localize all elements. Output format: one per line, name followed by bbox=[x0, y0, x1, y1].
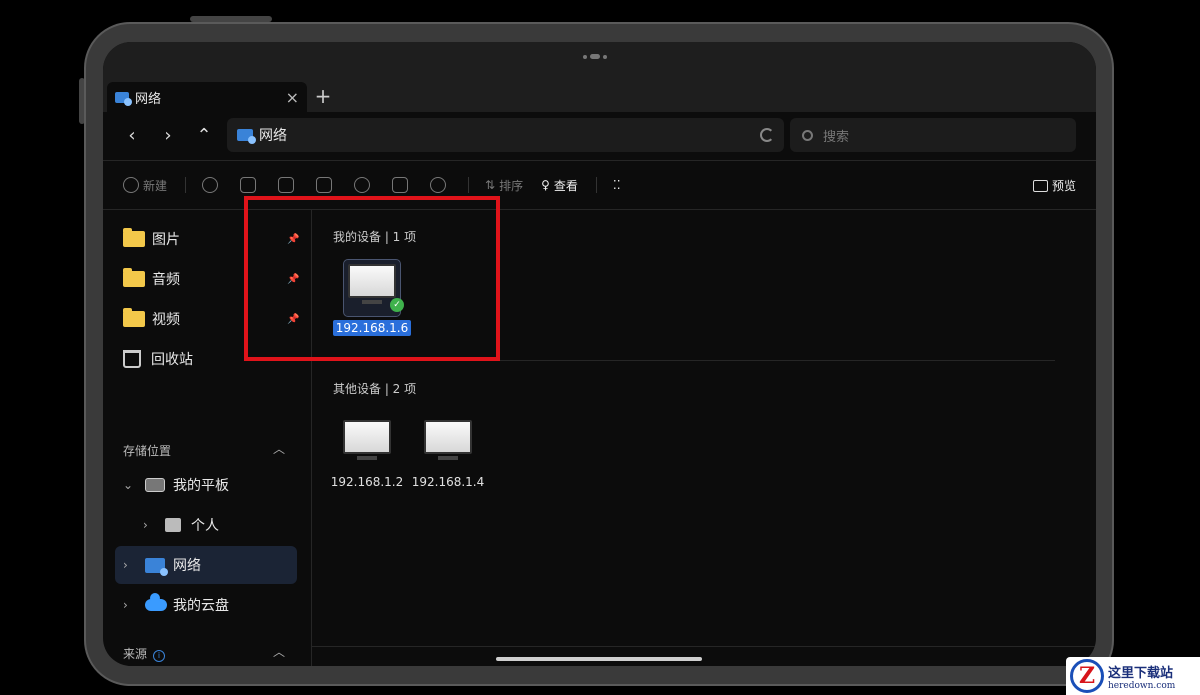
check-circle-icon bbox=[430, 177, 447, 193]
more-button[interactable]: ⁚⁚ bbox=[613, 178, 621, 192]
device-name: 192.168.1.4 bbox=[411, 475, 485, 489]
share-icon bbox=[354, 177, 371, 193]
multitask-dots[interactable] bbox=[583, 54, 607, 59]
device-item[interactable]: 192.168.1.4 bbox=[408, 420, 488, 490]
sidebar-item-label: 个人 bbox=[191, 518, 219, 534]
sidebar-item-network[interactable]: › 网络 bbox=[115, 546, 297, 584]
source-header-label: 来源 bbox=[123, 647, 148, 661]
forward-button[interactable]: › bbox=[150, 125, 186, 146]
delete-button[interactable] bbox=[392, 177, 412, 193]
new-label: 新建 bbox=[143, 178, 168, 193]
info-icon[interactable]: i bbox=[153, 650, 166, 662]
sort-icon: ⇅ bbox=[485, 178, 496, 192]
view-label: 查看 bbox=[553, 178, 578, 193]
trash-icon bbox=[123, 350, 141, 368]
watermark-logo: Z bbox=[1070, 659, 1104, 693]
preview-button[interactable]: 预览 bbox=[1032, 177, 1076, 194]
network-icon bbox=[145, 557, 168, 576]
watermark-url: heredown.com bbox=[1108, 680, 1176, 691]
collapse-icon[interactable]: ︿ bbox=[273, 440, 285, 457]
preview-label: 预览 bbox=[1051, 179, 1076, 193]
scissors-icon bbox=[202, 177, 219, 193]
separator bbox=[185, 177, 187, 193]
drive-icon bbox=[165, 518, 181, 532]
sidebar-item-label: 视频 bbox=[152, 312, 180, 328]
sidebar-item-label: 音频 bbox=[152, 272, 180, 288]
search-icon bbox=[802, 129, 813, 141]
monitor-icon bbox=[343, 420, 391, 464]
paste-icon bbox=[278, 177, 295, 193]
tab-strip: 网络 × + bbox=[103, 80, 1096, 112]
home-indicator[interactable] bbox=[496, 657, 702, 661]
up-button[interactable]: ⌃ bbox=[186, 125, 222, 146]
close-icon[interactable]: × bbox=[286, 88, 299, 107]
tab-network[interactable]: 网络 × bbox=[107, 82, 307, 112]
separator bbox=[468, 177, 470, 193]
device-item[interactable]: 192.168.1.2 bbox=[327, 420, 407, 490]
network-icon bbox=[115, 91, 132, 106]
sidebar-item-my-tablet[interactable]: ⌄ 我的平板 bbox=[115, 466, 297, 504]
sidebar-item-label: 我的平板 bbox=[173, 478, 229, 494]
share-button[interactable] bbox=[354, 177, 374, 193]
select-button[interactable] bbox=[430, 177, 450, 193]
address-bar[interactable]: 网络 bbox=[227, 118, 784, 152]
highlight-annotation-box bbox=[244, 196, 500, 361]
navigation-row: ‹ › ⌃ 网络 搜索 bbox=[103, 112, 1096, 158]
copy-button[interactable] bbox=[240, 177, 260, 193]
back-button[interactable]: ‹ bbox=[114, 125, 150, 146]
sidebar-item-personal[interactable]: › 个人 bbox=[115, 506, 297, 544]
trash-icon bbox=[392, 177, 409, 193]
rename-icon bbox=[316, 177, 333, 193]
watermark-title: 这里下载站 bbox=[1108, 665, 1174, 681]
refresh-icon[interactable] bbox=[760, 128, 774, 142]
search-placeholder: 搜索 bbox=[823, 129, 850, 145]
bottom-divider bbox=[312, 646, 1096, 647]
search-input[interactable]: 搜索 bbox=[790, 118, 1076, 152]
sidebar-item-cloud[interactable]: › 我的云盘 bbox=[115, 586, 297, 624]
folder-icon bbox=[123, 228, 145, 247]
chevron-right-icon[interactable]: › bbox=[143, 518, 157, 532]
storage-header: 存储位置 bbox=[123, 444, 172, 458]
plus-icon bbox=[123, 177, 139, 193]
other-devices-header: 其他设备 | 2 项 bbox=[333, 382, 417, 396]
new-button[interactable]: 新建 bbox=[123, 177, 167, 194]
sidebar-item-label: 我的云盘 bbox=[173, 598, 229, 614]
sidebar-item-label: 回收站 bbox=[151, 352, 193, 368]
cut-button[interactable] bbox=[202, 177, 222, 193]
monitor-icon bbox=[424, 420, 472, 464]
device-name: 192.168.1.2 bbox=[330, 475, 404, 489]
view-icon: ♀ bbox=[541, 178, 550, 192]
collapse-icon[interactable]: ︿ bbox=[273, 643, 285, 660]
rename-button[interactable] bbox=[316, 177, 336, 193]
sort-label: 排序 bbox=[499, 178, 524, 193]
chevron-right-icon[interactable]: › bbox=[123, 598, 137, 612]
watermark: Z 这里下载站 heredown.com bbox=[1066, 657, 1200, 695]
sort-button[interactable]: ⇅ 排序 bbox=[485, 177, 523, 194]
folder-icon bbox=[123, 268, 145, 287]
cloud-icon bbox=[145, 593, 167, 611]
source-header: 来源 i bbox=[123, 645, 166, 662]
chevron-right-icon[interactable]: › bbox=[123, 558, 137, 572]
copy-icon bbox=[240, 177, 257, 193]
more-icon: ⁚⁚ bbox=[612, 178, 621, 192]
network-icon bbox=[237, 129, 256, 144]
status-bar bbox=[103, 42, 1096, 80]
preview-pane-icon bbox=[1032, 179, 1048, 192]
tablet-icon bbox=[145, 478, 165, 492]
tab-label: 网络 bbox=[135, 91, 162, 107]
sidebar-item-label: 网络 bbox=[173, 558, 201, 574]
address-path: 网络 bbox=[259, 128, 287, 144]
separator bbox=[595, 177, 597, 193]
view-button[interactable]: ♀ 查看 bbox=[541, 177, 578, 194]
sidebar-item-label: 图片 bbox=[152, 232, 180, 248]
chevron-down-icon[interactable]: ⌄ bbox=[123, 478, 137, 492]
paste-button[interactable] bbox=[278, 177, 298, 193]
new-tab-button[interactable]: + bbox=[311, 84, 335, 108]
folder-icon bbox=[123, 308, 145, 327]
